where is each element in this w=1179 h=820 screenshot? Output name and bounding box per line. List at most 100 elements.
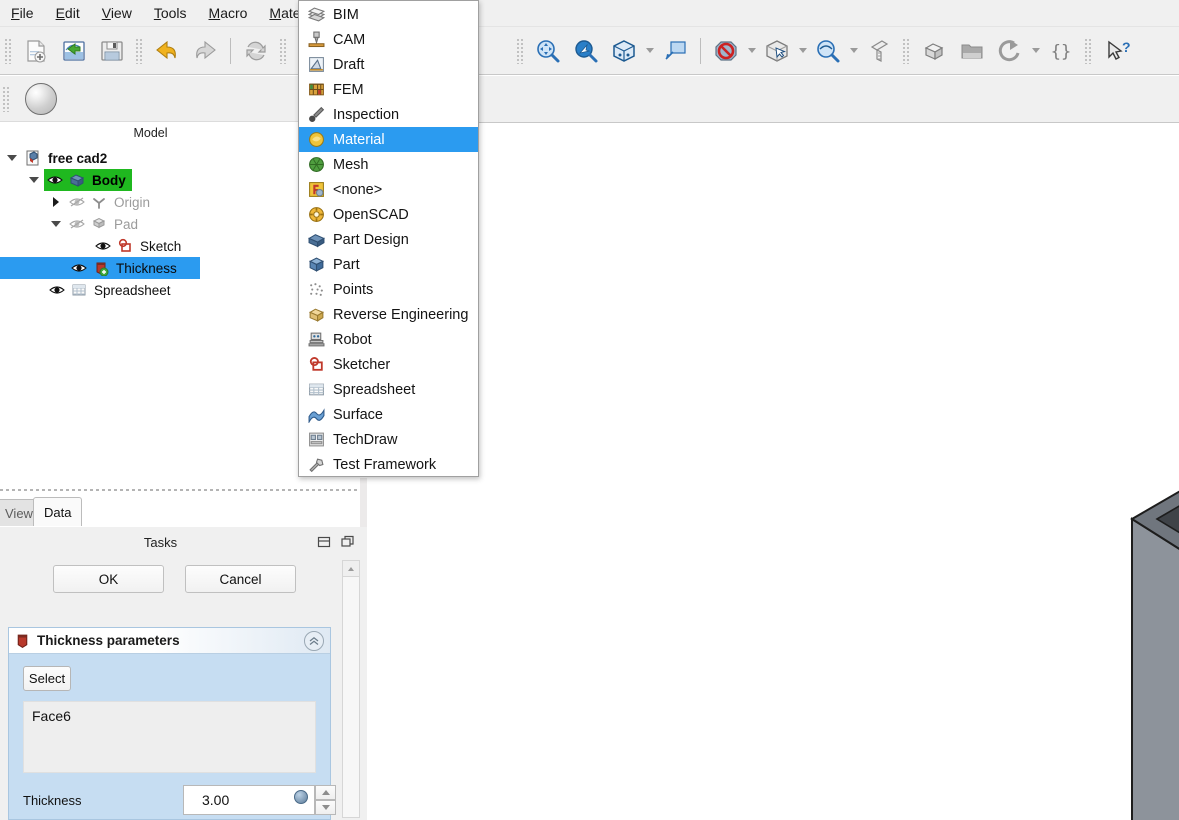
toolbar-grip[interactable] — [4, 37, 13, 64]
undo-icon[interactable] — [148, 32, 186, 70]
workbench-item-reverse-engineering[interactable]: Reverse Engineering — [299, 302, 478, 327]
toolbar-grip-2[interactable] — [135, 37, 144, 64]
expander-down-icon-body[interactable] — [24, 177, 44, 183]
visibility-eye-hidden-icon[interactable] — [66, 196, 88, 208]
folder-icon[interactable] — [953, 32, 991, 70]
visibility-eye-icon-spreadsheet[interactable] — [46, 284, 68, 296]
menu-edit[interactable]: Edit — [45, 2, 91, 24]
macro-braces-icon[interactable]: {} — [1042, 32, 1080, 70]
ok-button[interactable]: OK — [53, 565, 164, 593]
refresh-icon[interactable] — [237, 32, 275, 70]
thickness-input[interactable]: 3.00 — [183, 785, 336, 815]
tree-item-document[interactable]: free cad2 — [0, 147, 301, 169]
zoom-tools-dropdown-caret[interactable] — [847, 32, 860, 70]
visibility-eye-icon-sketch[interactable] — [92, 240, 114, 252]
undock-panel-icon[interactable] — [341, 535, 355, 549]
workbench-item-points[interactable]: Points — [299, 277, 478, 302]
workbench-item-none[interactable]: <none> — [299, 177, 478, 202]
workbench-item-material[interactable]: Material — [299, 127, 478, 152]
clipping-icon[interactable] — [707, 32, 745, 70]
workbench-item-mesh[interactable]: Mesh — [299, 152, 478, 177]
visibility-eye-hidden-icon-pad[interactable] — [66, 218, 88, 230]
workbench-item-techdraw[interactable]: TechDraw — [299, 427, 478, 452]
clipping-dropdown-caret[interactable] — [745, 32, 758, 70]
property-tabs: View Data — [0, 497, 301, 527]
toolbar-grip-6[interactable] — [1084, 37, 1093, 64]
model-tree-header: Model — [0, 122, 301, 144]
tree-item-spreadsheet[interactable]: Spreadsheet — [0, 279, 301, 301]
workbench-item-part[interactable]: Part — [299, 252, 478, 277]
tree-item-sketch[interactable]: Sketch — [0, 235, 301, 257]
toolbar-grip-3[interactable] — [279, 37, 288, 64]
tab-data[interactable]: Data — [33, 497, 83, 526]
export-icon[interactable] — [991, 32, 1029, 70]
fit-selection-icon[interactable] — [567, 32, 605, 70]
workbench-item-sketcher[interactable]: Sketcher — [299, 352, 478, 377]
cancel-button[interactable]: Cancel — [185, 565, 296, 593]
points-icon — [305, 280, 327, 300]
toolbar-grip-5[interactable] — [902, 37, 911, 64]
tree-item-origin[interactable]: Origin — [0, 191, 301, 213]
tree-item-pad[interactable]: Pad — [0, 213, 301, 235]
stepper-down-icon[interactable] — [315, 800, 336, 815]
workbench-item-test-framework[interactable]: Test Framework — [299, 452, 478, 477]
thickness-stepper[interactable] — [315, 785, 336, 815]
save-document-icon[interactable] — [93, 32, 131, 70]
workbench-item-inspection[interactable]: Inspection — [299, 102, 478, 127]
workbench-item-surface[interactable]: Surface — [299, 402, 478, 427]
workbench-item-draft[interactable]: Draft — [299, 52, 478, 77]
menu-view[interactable]: View — [91, 2, 143, 24]
thickness-parameters-header[interactable]: Thickness parameters — [9, 628, 330, 654]
expression-editor-icon[interactable] — [294, 790, 308, 804]
open-document-icon[interactable] — [55, 32, 93, 70]
collapse-chevron-up-icon[interactable] — [304, 631, 324, 651]
draw-style-icon[interactable] — [656, 32, 694, 70]
surface-icon — [305, 405, 327, 425]
new-document-icon[interactable] — [17, 32, 55, 70]
face-list-item[interactable]: Face6 — [32, 708, 307, 724]
material-workbench-sphere-icon[interactable] — [25, 82, 57, 115]
whats-this-icon[interactable]: ? — [1097, 32, 1135, 70]
selection-view-dropdown-caret[interactable] — [796, 32, 809, 70]
workbench-item-robot[interactable]: Robot — [299, 327, 478, 352]
workbench-item-bim[interactable]: BIM — [299, 2, 478, 27]
fit-all-icon[interactable] — [529, 32, 567, 70]
workbench-item-spreadsheet[interactable]: Spreadsheet — [299, 377, 478, 402]
zoom-tools-icon[interactable] — [809, 32, 847, 70]
combo-grip[interactable] — [2, 85, 11, 112]
sketcher-icon — [305, 355, 327, 375]
tree-item-body[interactable]: Body — [0, 169, 301, 191]
toolbar-grip-4[interactable] — [516, 37, 525, 64]
workbench-item-openscad[interactable]: OpenSCAD — [299, 202, 478, 227]
dock-splitter-horizontal[interactable] — [0, 489, 367, 491]
workbench-item-part-design[interactable]: Part Design — [299, 227, 478, 252]
expander-right-icon[interactable] — [46, 197, 66, 207]
tasks-scrollbar[interactable] — [342, 560, 360, 818]
stepper-up-icon[interactable] — [315, 785, 336, 800]
model-3d-shape[interactable] — [367, 76, 1179, 820]
menu-macro[interactable]: Macro — [198, 2, 259, 24]
scroll-up-icon[interactable] — [343, 561, 359, 577]
select-button[interactable]: Select — [23, 666, 71, 691]
menu-file[interactable]: File — [0, 2, 45, 24]
measure-icon[interactable] — [860, 32, 898, 70]
menu-tools[interactable]: Tools — [143, 2, 198, 24]
restore-panel-icon[interactable] — [317, 535, 331, 549]
workbench-item-fem[interactable]: FEM — [299, 77, 478, 102]
visibility-eye-icon-thickness[interactable] — [68, 262, 90, 274]
thickness-parameters-title: Thickness parameters — [37, 633, 180, 648]
3d-viewport[interactable] — [367, 76, 1179, 820]
face-list[interactable]: Face6 — [23, 701, 316, 773]
workbench-item-cam[interactable]: CAM — [299, 27, 478, 52]
selection-view-icon[interactable] — [758, 32, 796, 70]
part-box-icon[interactable] — [915, 32, 953, 70]
expander-down-icon[interactable] — [2, 155, 22, 161]
axonometric-dropdown-caret[interactable] — [643, 32, 656, 70]
visibility-eye-icon[interactable] — [44, 174, 66, 186]
workbench-dropdown-menu[interactable]: BIM CAM Draft FEM Inspection Material Me… — [298, 0, 479, 477]
expander-down-icon-pad[interactable] — [46, 221, 66, 227]
redo-icon[interactable] — [186, 32, 224, 70]
export-dropdown-caret[interactable] — [1029, 32, 1042, 70]
axonometric-view-icon[interactable] — [605, 32, 643, 70]
tree-item-thickness[interactable]: Thickness — [0, 257, 200, 279]
